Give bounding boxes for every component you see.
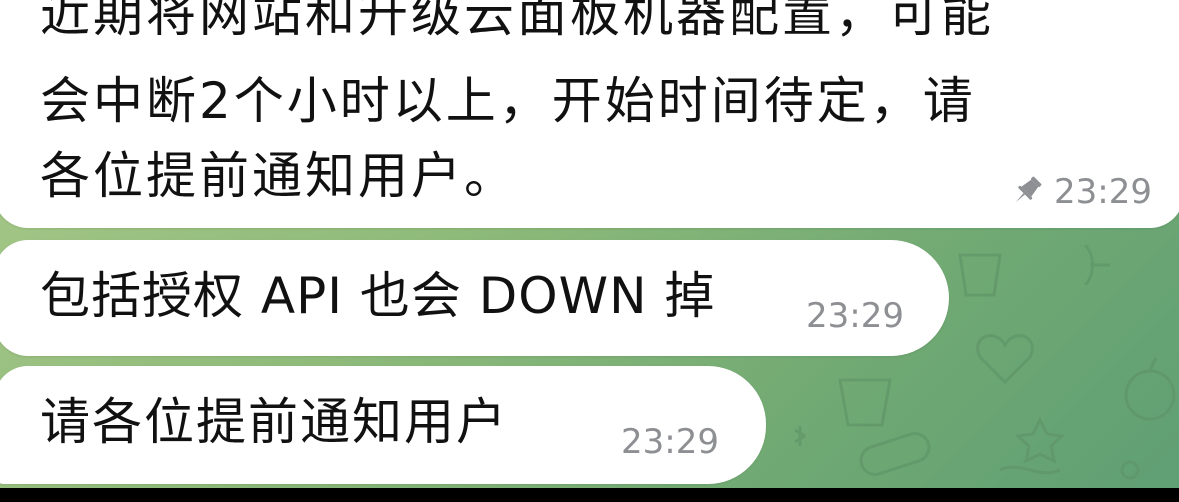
message-1-line-1: 近期将网站和升级云面板机器配置，可能 xyxy=(40,0,994,43)
message-1-line-3: 各位提前通知用户。 xyxy=(40,147,517,205)
message-2-text: 包括授权 API 也会 DOWN 掉 xyxy=(40,267,716,325)
pin-icon xyxy=(1008,172,1046,210)
message-3-timestamp: 23:29 xyxy=(621,422,719,462)
message-1-timestamp: 23:29 xyxy=(1054,172,1152,212)
message-2-timestamp: 23:29 xyxy=(806,296,904,336)
message-1-line-2: 会中断2个小时以上，开始时间待定，请 xyxy=(40,72,976,130)
message-3-text: 请各位提前通知用户 xyxy=(40,393,508,451)
bottom-bar xyxy=(0,488,1179,502)
